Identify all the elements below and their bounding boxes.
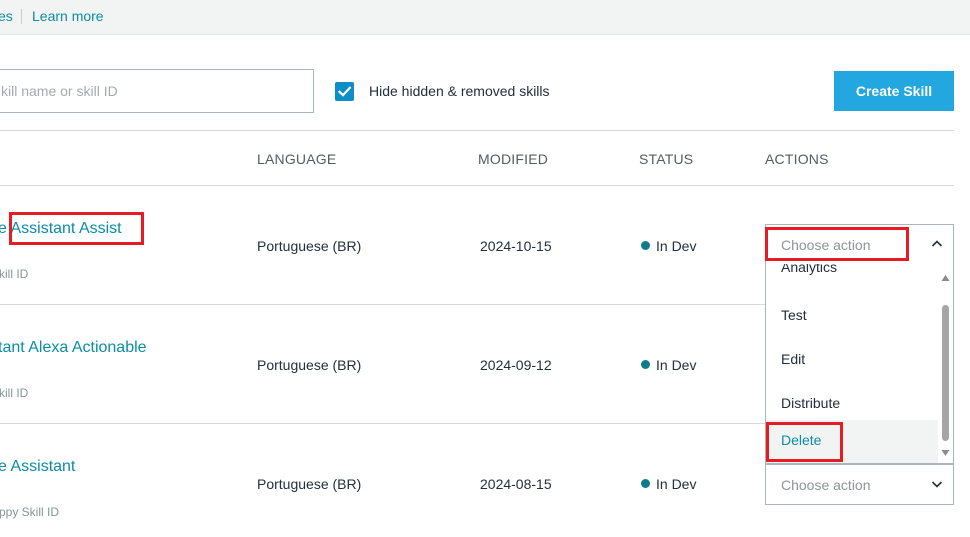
choose-action-placeholder: Choose action	[781, 477, 871, 493]
skill-id: kill ID	[0, 267, 29, 281]
skill-name-link[interactable]: tant Alexa Actionable	[0, 339, 147, 357]
status-label: In Dev	[656, 476, 697, 492]
status-label: In Dev	[656, 357, 697, 373]
skill-modified-date: 2024-09-12	[480, 357, 552, 373]
column-header-modified[interactable]: MODIFIED	[478, 151, 548, 167]
skill-search-box	[0, 69, 314, 113]
choose-action-select-open[interactable]: Choose action	[765, 224, 954, 264]
menu-item-edit[interactable]: Edit	[766, 339, 940, 383]
check-icon	[337, 86, 352, 97]
scroll-up-arrow-icon[interactable]	[941, 274, 950, 282]
hide-removed-checkbox[interactable]	[335, 82, 354, 101]
skill-status: In Dev	[641, 357, 696, 373]
table-top-divider	[0, 130, 954, 131]
skill-id: kill ID	[0, 386, 29, 400]
action-dropdown-menu: Analytics Test Edit Distribute Delete	[765, 264, 954, 464]
skill-language: Portuguese (BR)	[257, 238, 362, 254]
status-dot-icon	[641, 241, 650, 250]
chevron-down-icon	[931, 481, 943, 488]
skill-language: Portuguese (BR)	[257, 357, 362, 373]
scrollbar-thumb[interactable]	[942, 305, 949, 441]
top-bar: es Learn more	[0, 0, 970, 35]
skill-name-link[interactable]: e Assistant Assist	[0, 220, 122, 238]
skill-search-input[interactable]	[0, 70, 313, 112]
chevron-up-icon	[931, 240, 943, 247]
skill-modified-date: 2024-10-15	[480, 238, 552, 254]
topbar-link-truncated[interactable]: es	[0, 8, 13, 24]
choose-action-placeholder: Choose action	[781, 237, 871, 253]
menu-item-test[interactable]: Test	[766, 295, 940, 339]
topbar-divider	[21, 9, 22, 24]
column-header-actions: ACTIONS	[765, 151, 829, 167]
create-skill-button[interactable]: Create Skill	[834, 71, 954, 111]
choose-action-select[interactable]: Choose action	[765, 464, 954, 505]
skill-id: ppy Skill ID	[0, 505, 60, 519]
status-dot-icon	[641, 360, 650, 369]
menu-item-analytics[interactable]: Analytics	[766, 264, 940, 291]
column-header-language[interactable]: LANGUAGE	[257, 151, 336, 167]
hide-removed-label: Hide hidden & removed skills	[369, 83, 550, 99]
skill-modified-date: 2024-08-15	[480, 476, 552, 492]
column-header-status: STATUS	[639, 151, 694, 167]
skill-name-link[interactable]: e Assistant	[0, 458, 75, 476]
scroll-down-arrow-icon[interactable]	[941, 449, 950, 457]
learn-more-link[interactable]: Learn more	[32, 8, 104, 24]
skill-language: Portuguese (BR)	[257, 476, 362, 492]
skill-status: In Dev	[641, 476, 696, 492]
status-label: In Dev	[656, 238, 697, 254]
skill-status: In Dev	[641, 238, 696, 254]
table-header-divider	[0, 185, 954, 186]
menu-item-delete[interactable]: Delete	[766, 420, 940, 463]
status-dot-icon	[641, 479, 650, 488]
